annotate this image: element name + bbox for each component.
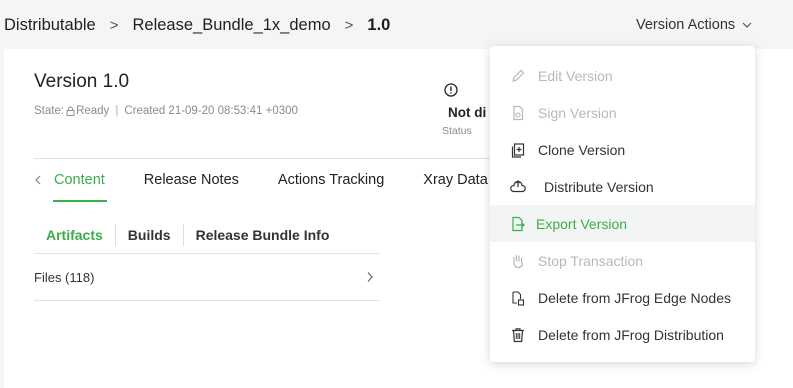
- menu-item-label: Stop Transaction: [538, 252, 644, 269]
- files-row[interactable]: Files (118): [34, 254, 380, 301]
- export-icon: [512, 216, 525, 231]
- version-actions-button[interactable]: Version Actions: [636, 14, 752, 36]
- menu-item-sign-version[interactable]: Sign Version: [490, 94, 755, 131]
- delete-edge-icon: [512, 290, 525, 306]
- breadcrumb-item-bundle[interactable]: Release_Bundle_1x_demo: [132, 16, 330, 35]
- cloud-distribute-icon: [510, 179, 526, 192]
- clone-icon: [511, 142, 525, 158]
- subtab-bar: Artifacts Builds Release Bundle Info: [46, 223, 341, 247]
- menu-item-label: Delete from JFrog Distribution: [538, 326, 724, 343]
- menu-item-export-version[interactable]: Export Version: [490, 205, 755, 242]
- subtab-builds[interactable]: Builds: [116, 224, 184, 246]
- menu-item-delete-distribution[interactable]: Delete from JFrog Distribution: [490, 316, 755, 353]
- menu-item-label: Sign Version: [538, 104, 617, 121]
- menu-item-label: Distribute Version: [544, 178, 654, 195]
- state-label: State:: [34, 105, 65, 117]
- tabs-divider: [34, 158, 504, 159]
- state-value: Ready: [76, 105, 110, 117]
- menu-item-edit-version[interactable]: Edit Version: [490, 57, 755, 94]
- menu-item-distribute-version[interactable]: Distribute Version: [490, 168, 755, 205]
- breadcrumb-current: 1.0: [367, 15, 391, 34]
- info-icon: [444, 83, 458, 97]
- trash-icon: [512, 327, 524, 342]
- menu-item-clone-version[interactable]: Clone Version: [490, 131, 755, 168]
- tab-bar: Content Release Notes Actions Tracking X…: [34, 169, 527, 191]
- breadcrumb-separator: >: [344, 16, 354, 34]
- breadcrumb: Distributable > Release_Bundle_1x_demo >…: [4, 13, 390, 37]
- menu-item-label: Clone Version: [538, 141, 626, 158]
- subtab-release-bundle-info[interactable]: Release Bundle Info: [184, 224, 342, 246]
- subtab-artifacts[interactable]: Artifacts: [46, 224, 116, 246]
- status-value: Not di: [448, 105, 487, 120]
- menu-item-stop-transaction[interactable]: Stop Transaction: [490, 242, 755, 279]
- hand-stop-icon: [513, 254, 524, 268]
- breadcrumb-item-distributable[interactable]: Distributable: [4, 16, 96, 35]
- tab-release-notes[interactable]: Release Notes: [144, 172, 239, 188]
- tab-actions-tracking[interactable]: Actions Tracking: [278, 172, 384, 188]
- sign-document-icon: [513, 105, 524, 120]
- files-label: Files (118): [34, 269, 95, 285]
- lock-icon: [66, 106, 75, 116]
- tab-xray-data[interactable]: Xray Data: [423, 172, 487, 188]
- active-tab-indicator: [53, 200, 107, 202]
- menu-item-label: Edit Version: [538, 67, 613, 84]
- tab-content[interactable]: Content: [54, 172, 105, 188]
- menu-item-label: Delete from JFrog Edge Nodes: [538, 289, 731, 306]
- chevron-down-icon: [742, 22, 752, 28]
- version-meta: State: Ready | Created 21-09-20 08:53:41…: [34, 105, 298, 117]
- created-date: Created 21-09-20 08:53:41 +0300: [124, 105, 298, 117]
- menu-item-delete-edge-nodes[interactable]: Delete from JFrog Edge Nodes: [490, 279, 755, 316]
- version-actions-menu: Edit Version Sign Version Clone Version …: [490, 46, 755, 362]
- version-actions-label: Version Actions: [636, 17, 736, 33]
- meta-divider: |: [115, 105, 119, 117]
- pencil-icon: [512, 69, 525, 82]
- menu-item-label: Export Version: [536, 215, 628, 232]
- status-label: Status: [442, 125, 472, 137]
- page-title: Version 1.0: [34, 71, 130, 92]
- chevron-left-icon[interactable]: [34, 175, 42, 185]
- chevron-right-icon: [367, 272, 373, 282]
- breadcrumb-separator: >: [109, 16, 119, 34]
